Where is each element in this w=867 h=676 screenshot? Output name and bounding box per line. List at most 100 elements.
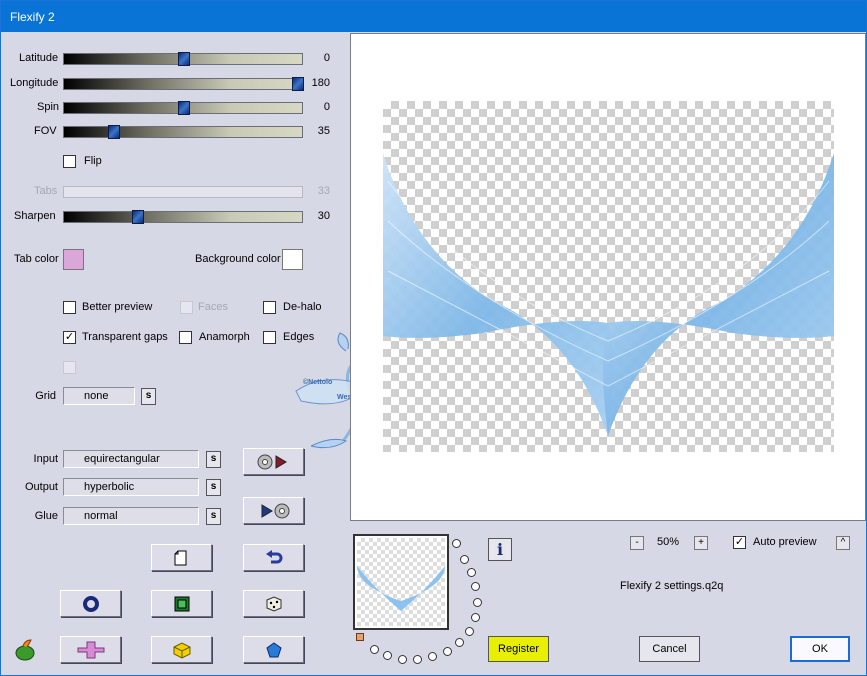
collapse-label: ^ <box>840 537 846 548</box>
grid-s-button[interactable]: s <box>141 388 156 405</box>
glue-value: normal <box>84 510 118 522</box>
fov-value: 35 <box>317 125 330 137</box>
flexify-dialog: Flexify 2 Latitude 0 Longitude 180 Spin 0 FOV 3… <box>0 0 867 676</box>
flip-label: Flip <box>84 155 102 167</box>
square-button[interactable] <box>151 590 212 617</box>
dial-dot[interactable] <box>452 539 461 548</box>
dial-dot[interactable] <box>370 645 379 654</box>
spin-value: 0 <box>323 101 330 113</box>
longitude-slider[interactable] <box>63 77 304 91</box>
dial-dot[interactable] <box>471 582 480 591</box>
fov-label: FOV <box>34 125 57 137</box>
dial-dot[interactable] <box>383 651 392 660</box>
flexified-image <box>383 153 834 436</box>
zoom-in-button[interactable]: + <box>694 536 708 550</box>
save-output-button[interactable] <box>243 497 304 524</box>
navigator-handle[interactable] <box>356 633 364 641</box>
dial-dot[interactable] <box>471 613 480 622</box>
glue-s-label: s <box>210 510 217 521</box>
dial-dot[interactable] <box>398 655 407 664</box>
dice-icon <box>266 595 281 612</box>
dial-dot[interactable] <box>465 627 474 636</box>
disc-play-icon <box>257 454 287 469</box>
input-value: equirectangular <box>84 453 160 465</box>
fov-slider[interactable] <box>63 125 303 139</box>
glue-select[interactable]: normal <box>63 507 199 525</box>
navigator-thumbnail[interactable] <box>353 534 449 630</box>
spin-slider-thumb[interactable] <box>178 101 190 115</box>
register-button[interactable]: Register <box>488 636 549 662</box>
ok-button[interactable]: OK <box>790 636 850 662</box>
faces-label: Faces <box>198 301 228 313</box>
better-preview-label: Better preview <box>82 301 153 313</box>
tabs-slider[interactable] <box>63 186 303 198</box>
sharpen-slider-thumb[interactable] <box>132 210 145 224</box>
ring-button[interactable] <box>60 590 121 617</box>
latitude-slider[interactable] <box>63 52 303 66</box>
anamorph-label: Anamorph <box>199 331 250 343</box>
dehalo-checkbox[interactable] <box>263 301 276 314</box>
window-title: Flexify 2 <box>10 9 55 24</box>
fov-slider-thumb[interactable] <box>108 125 121 139</box>
output-value: hyperbolic <box>84 481 135 493</box>
tabs-value: 33 <box>317 185 330 197</box>
auto-preview-label: Auto preview <box>753 536 817 548</box>
dial-dot[interactable] <box>413 655 422 664</box>
dial-dot[interactable] <box>428 652 437 661</box>
cube-button[interactable] <box>151 636 212 663</box>
watermark-line1: ©Nettolo <box>303 379 333 386</box>
anamorph-checkbox[interactable] <box>179 331 192 344</box>
longitude-value: 180 <box>311 77 330 89</box>
auto-preview-checkbox[interactable]: ✓ <box>733 536 746 549</box>
preview-canvas[interactable] <box>350 33 866 521</box>
random-button[interactable] <box>243 590 304 617</box>
blue-pentagon-icon <box>265 641 282 657</box>
output-s-label: s <box>210 481 217 492</box>
grid-select[interactable]: none <box>63 387 135 405</box>
ok-label: OK <box>812 643 828 655</box>
input-select[interactable]: equirectangular <box>63 450 199 468</box>
ring-icon <box>82 595 99 612</box>
dial-dot[interactable] <box>443 647 452 656</box>
undo-button[interactable] <box>243 544 304 571</box>
flip-checkbox[interactable] <box>63 155 76 168</box>
glue-label: Glue <box>34 510 58 522</box>
tabs-label: Tabs <box>34 185 58 197</box>
background-color-swatch[interactable] <box>282 249 303 270</box>
tab-color-swatch[interactable] <box>63 249 84 270</box>
output-s-button[interactable]: s <box>206 479 221 496</box>
dial-dot[interactable] <box>467 568 476 577</box>
faces-checkbox[interactable] <box>180 301 193 314</box>
new-page-button[interactable] <box>151 544 212 571</box>
flaming-pear-logo <box>13 638 39 665</box>
output-select[interactable]: hyperbolic <box>63 478 199 496</box>
cancel-label: Cancel <box>652 643 687 655</box>
longitude-slider-thumb[interactable] <box>292 77 304 91</box>
edges-checkbox[interactable] <box>263 331 276 344</box>
info-icon: i <box>496 540 504 559</box>
sharpen-slider[interactable] <box>63 210 303 224</box>
dial-dot[interactable] <box>473 598 482 607</box>
zoom-out-button[interactable]: - <box>630 536 644 550</box>
background-color-label: Background color <box>195 253 281 265</box>
cancel-button[interactable]: Cancel <box>639 636 700 662</box>
grid-s-label: s <box>145 390 152 401</box>
cross-button[interactable] <box>60 636 121 663</box>
glue-s-button[interactable]: s <box>206 508 221 525</box>
register-label: Register <box>498 643 539 655</box>
transparent-gaps-checkbox[interactable]: ✓ <box>63 331 76 344</box>
dial-dot[interactable] <box>460 555 469 564</box>
spin-slider[interactable] <box>63 101 303 115</box>
settings-filename: Flexify 2 settings.q2q <box>620 580 724 592</box>
info-button[interactable]: i <box>488 538 512 561</box>
transparent-gaps-label: Transparent gaps <box>82 331 168 343</box>
output-label: Output <box>24 481 58 493</box>
pentagon-button[interactable] <box>243 636 304 663</box>
collapse-button[interactable]: ^ <box>836 536 850 550</box>
dial-dot[interactable] <box>455 638 464 647</box>
extra-disabled-checkbox[interactable] <box>63 361 76 374</box>
latitude-slider-thumb[interactable] <box>178 52 190 66</box>
better-preview-checkbox[interactable] <box>63 301 76 314</box>
input-label: Input <box>33 453 58 465</box>
input-s-button[interactable]: s <box>206 451 221 468</box>
